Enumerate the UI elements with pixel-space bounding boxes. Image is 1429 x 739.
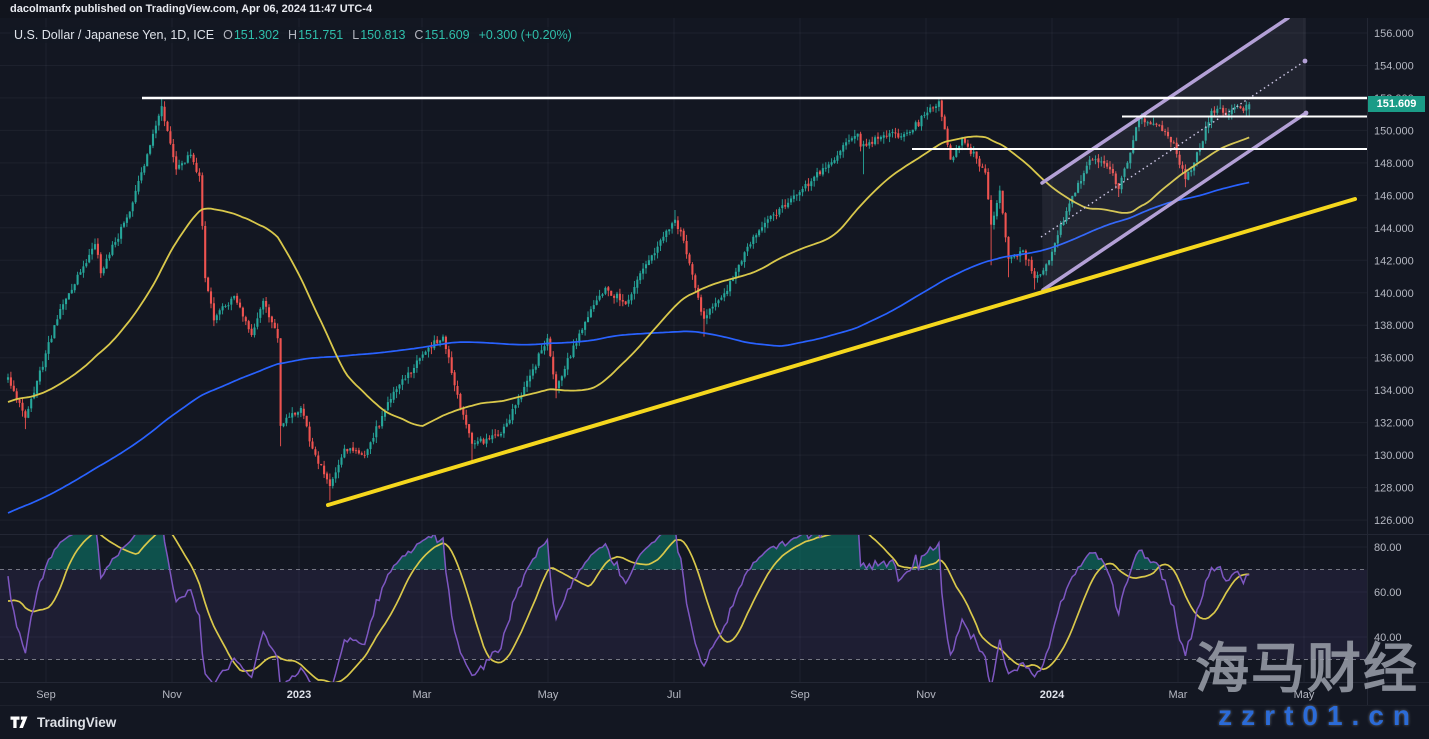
time-axis-label: 2023 xyxy=(287,689,311,701)
ohlc-high: H151.751 xyxy=(288,28,343,42)
ohlc-close: C151.609 xyxy=(414,28,469,42)
last-price-badge: 151.609 xyxy=(1368,96,1425,112)
time-axis-label: May xyxy=(538,689,559,701)
time-axis-label: Mar xyxy=(1169,689,1188,701)
last-price-value: 151.609 xyxy=(1377,98,1417,110)
price-axis-label: 140.000 xyxy=(1374,288,1414,300)
price-axis-label: 134.000 xyxy=(1374,385,1414,397)
watermark-url: zzrt01.cn xyxy=(1218,700,1419,732)
price-axis-label: 146.000 xyxy=(1374,190,1414,202)
price-axis-label: 148.000 xyxy=(1374,158,1414,170)
watermark-cjk: 海马财经 xyxy=(1195,640,1419,698)
price-axis-label: 130.000 xyxy=(1374,450,1414,462)
time-axis-label: Jul xyxy=(667,689,681,701)
chart-canvas[interactable]: 156.000154.000152.000150.000148.000146.0… xyxy=(0,18,1429,705)
publish-text: dacolmanfx published on TradingView.com,… xyxy=(10,3,372,15)
price-axis-label: 156.000 xyxy=(1374,28,1414,40)
channel-endpoint-dot xyxy=(1304,111,1309,116)
channel-endpoint-dot xyxy=(1303,59,1308,64)
ohlc-open: O151.302 xyxy=(223,28,279,42)
tradingview-logo-icon[interactable] xyxy=(10,715,29,730)
price-axis-label: 150.000 xyxy=(1374,125,1414,137)
rsi-axis-label: 80.00 xyxy=(1374,542,1402,554)
symbol-legend[interactable]: U.S. Dollar / Japanese Yen, 1D, ICE O151… xyxy=(10,27,578,43)
price-axis-label: 154.000 xyxy=(1374,61,1414,73)
tradingview-wordmark[interactable]: TradingView xyxy=(37,715,116,730)
time-axis-label: Nov xyxy=(916,689,936,701)
publish-bar: dacolmanfx published on TradingView.com,… xyxy=(0,0,1429,18)
rsi-axis-label: 60.00 xyxy=(1374,587,1402,599)
time-axis-label: Sep xyxy=(790,689,810,701)
price-axis-label: 144.000 xyxy=(1374,223,1414,235)
price-axis-label: 126.000 xyxy=(1374,515,1414,527)
price-axis-label: 136.000 xyxy=(1374,353,1414,365)
footer-bar: TradingView xyxy=(0,705,1429,739)
price-axis-label: 142.000 xyxy=(1374,255,1414,267)
price-axis-label: 132.000 xyxy=(1374,418,1414,430)
chart-area[interactable]: 156.000154.000152.000150.000148.000146.0… xyxy=(0,18,1429,705)
change-value: +0.300 (+0.20%) xyxy=(479,28,572,42)
price-axis-label: 128.000 xyxy=(1374,483,1414,495)
symbol-title[interactable]: U.S. Dollar / Japanese Yen, 1D, ICE xyxy=(14,28,214,42)
price-axis-label: 138.000 xyxy=(1374,320,1414,332)
time-axis-label: Nov xyxy=(162,689,182,701)
time-axis-label: 2024 xyxy=(1040,689,1065,701)
time-axis-label: Mar xyxy=(413,689,432,701)
ohlc-low: L150.813 xyxy=(352,28,405,42)
time-axis-label: Sep xyxy=(36,689,56,701)
tradingview-chart-snapshot: dacolmanfx published on TradingView.com,… xyxy=(0,0,1429,739)
